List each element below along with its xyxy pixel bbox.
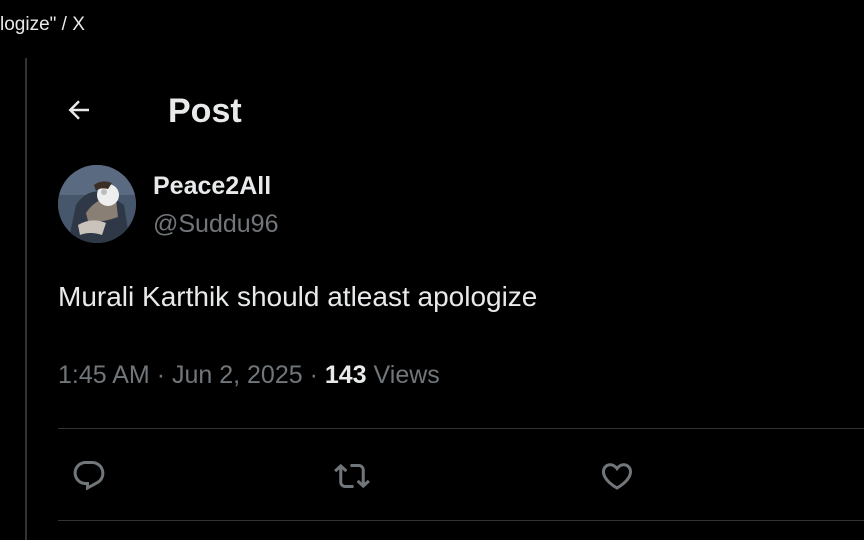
- profile-photo: [58, 165, 136, 243]
- views-count: 143: [324, 361, 367, 389]
- heart-icon: [601, 463, 633, 490]
- back-button[interactable]: [57, 90, 101, 130]
- arrow-left-icon: [68, 100, 89, 120]
- meta-separator: ·: [156, 361, 166, 389]
- post-text: Murali Karthik should atleast apologize: [58, 281, 538, 312]
- avatar[interactable]: [58, 165, 136, 243]
- views-label: Views: [373, 361, 440, 389]
- comment-bubble-icon: [73, 461, 105, 491]
- post-header: Post: [27, 80, 864, 140]
- post-time[interactable]: 1:45 AM: [58, 361, 150, 389]
- window-title: logize" / X: [0, 14, 85, 35]
- repost-arrows-icon: [334, 463, 370, 489]
- reply-button[interactable]: [65, 452, 113, 500]
- divider: [58, 520, 864, 521]
- post-date[interactable]: Jun 2, 2025: [172, 361, 303, 389]
- author-handle[interactable]: @Suddu96: [153, 210, 278, 239]
- divider: [58, 428, 864, 429]
- page-title: Post: [168, 92, 242, 130]
- like-button[interactable]: [593, 452, 641, 500]
- author-display-name[interactable]: Peace2All: [153, 172, 271, 201]
- meta-separator: ·: [309, 361, 318, 389]
- repost-button[interactable]: [328, 452, 376, 500]
- page: logize" / X Post Peace2All @Suddu96 Mura…: [0, 0, 864, 540]
- post-metadata: 1:45 AM · Jun 2, 2025 · 143 Views: [58, 361, 440, 390]
